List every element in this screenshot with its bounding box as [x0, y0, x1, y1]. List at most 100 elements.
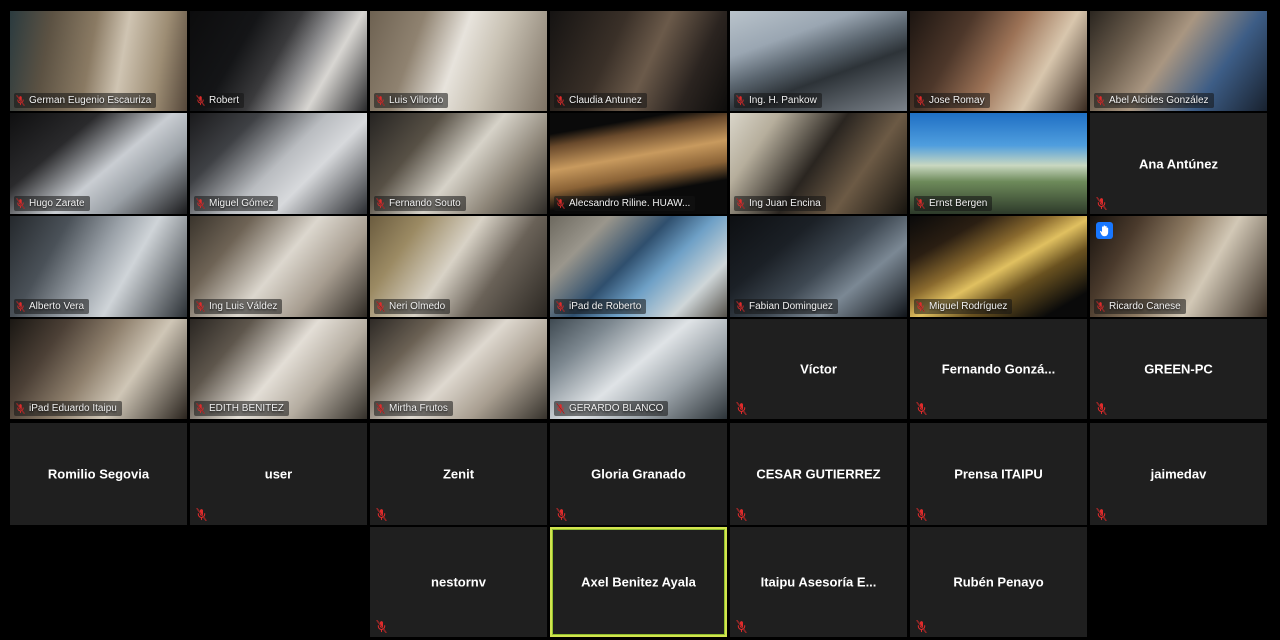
participant-name-text: Abel Alcides González: [1109, 95, 1209, 106]
participant-tile[interactable]: Ing. H. Pankow: [730, 11, 907, 111]
microphone-muted-icon: [16, 301, 25, 312]
participant-tile[interactable]: nestornv: [370, 527, 547, 637]
participant-tile[interactable]: Ricardo Canese: [1090, 216, 1267, 317]
participant-name-text: Mirtha Frutos: [389, 403, 448, 414]
microphone-muted-icon: [556, 301, 565, 312]
participant-tile[interactable]: GERARDO BLANCO: [550, 319, 727, 419]
meeting-gallery-grid: German Eugenio Escauriza Robert Luis Villo…: [0, 0, 1280, 640]
microphone-muted-icon: [1096, 402, 1107, 415]
participant-tile[interactable]: Mirtha Frutos: [370, 319, 547, 419]
participant-tile[interactable]: Romilio Segovia: [10, 423, 187, 525]
participant-name-label: Miguel Gómez: [194, 196, 279, 211]
raised-hand-glyph: [1100, 224, 1109, 236]
microphone-muted-icon: [1096, 402, 1107, 415]
participant-tile[interactable]: EDITH BENITEZ: [190, 319, 367, 419]
participant-tile[interactable]: Rubén Penayo: [910, 527, 1087, 637]
participant-tile[interactable]: Alecsandro Riline. HUAW...: [550, 113, 727, 214]
microphone-muted-icon: [196, 198, 205, 209]
microphone-muted-icon: [376, 620, 387, 633]
participant-tile[interactable]: Prensa ITAIPU: [910, 423, 1087, 525]
microphone-muted-icon: [556, 198, 565, 209]
participant-name-text: Alecsandro Riline. HUAW...: [569, 198, 691, 209]
participant-name-text: Ing Luis Váldez: [209, 301, 278, 312]
participant-tile[interactable]: Jose Romay: [910, 11, 1087, 111]
participant-tile[interactable]: jaimedav: [1090, 423, 1267, 525]
participant-name-label: Mirtha Frutos: [374, 401, 453, 416]
microphone-muted-icon: [1096, 508, 1107, 521]
participant-name-label: Ing. H. Pankow: [734, 93, 822, 108]
participant-tile[interactable]: Itaipu Asesoría E...: [730, 527, 907, 637]
microphone-muted-icon: [196, 301, 205, 312]
participant-tile[interactable]: Ing Juan Encina: [730, 113, 907, 214]
microphone-muted-icon: [556, 508, 567, 521]
microphone-muted-icon: [736, 508, 747, 521]
participant-tile[interactable]: Ing Luis Váldez: [190, 216, 367, 317]
participant-tile[interactable]: Ernst Bergen: [910, 113, 1087, 214]
microphone-muted-icon: [196, 403, 205, 414]
participant-name-label: GERARDO BLANCO: [554, 401, 669, 416]
participant-tile[interactable]: Alberto Vera: [10, 216, 187, 317]
participant-tile[interactable]: Fernando Gonzá...: [910, 319, 1087, 419]
microphone-muted-icon: [916, 402, 927, 415]
participant-tile[interactable]: Miguel Gómez: [190, 113, 367, 214]
participant-name-text: CESAR GUTIERREZ: [756, 466, 881, 482]
microphone-muted-icon: [376, 508, 387, 521]
microphone-muted-icon: [916, 508, 927, 521]
participant-name-text: Romilio Segovia: [47, 466, 150, 482]
participant-tile[interactable]: Hugo Zarate: [10, 113, 187, 214]
participant-tile[interactable]: Fernando Souto: [370, 113, 547, 214]
microphone-muted-icon: [376, 95, 385, 106]
participant-tile[interactable]: German Eugenio Escauriza: [10, 11, 187, 111]
participant-name-label: German Eugenio Escauriza: [14, 93, 157, 108]
participant-name-text: Fernando Gonzá...: [941, 361, 1056, 377]
participant-name-text: Itaipu Asesoría E...: [760, 574, 877, 590]
microphone-muted-icon: [1096, 197, 1107, 210]
participant-tile[interactable]: Ana Antúnez: [1090, 113, 1267, 214]
participant-tile[interactable]: iPad de Roberto: [550, 216, 727, 317]
participant-name-text: Claudia Antunez: [569, 95, 642, 106]
participant-tile[interactable]: iPad Eduardo Itaipu: [10, 319, 187, 419]
participant-tile[interactable]: Miguel Rodríguez: [910, 216, 1087, 317]
microphone-muted-icon: [916, 95, 925, 106]
participant-tile[interactable]: Claudia Antunez: [550, 11, 727, 111]
participant-tile[interactable]: user: [190, 423, 367, 525]
participant-name-text: Ing. H. Pankow: [749, 95, 817, 106]
participant-tile[interactable]: Víctor: [730, 319, 907, 419]
raised-hand-icon: [1096, 222, 1113, 239]
microphone-muted-icon: [736, 95, 745, 106]
microphone-muted-icon: [556, 403, 565, 414]
participant-name-text: GREEN-PC: [1144, 361, 1213, 377]
participant-tile[interactable]: GREEN-PC: [1090, 319, 1267, 419]
participant-name-text: German Eugenio Escauriza: [29, 95, 152, 106]
participant-name-text: Ernst Bergen: [929, 198, 988, 209]
participant-name-text: Luis Villordo: [389, 95, 444, 106]
participant-tile[interactable]: Robert: [190, 11, 367, 111]
participant-tile[interactable]: Fabian Dominguez: [730, 216, 907, 317]
participant-tile[interactable]: CESAR GUTIERREZ: [730, 423, 907, 525]
participant-tile[interactable]: Abel Alcides González: [1090, 11, 1267, 111]
microphone-muted-icon: [376, 403, 385, 414]
microphone-muted-icon: [556, 95, 565, 106]
microphone-muted-icon: [196, 508, 207, 521]
microphone-muted-icon: [916, 301, 925, 312]
microphone-muted-icon: [376, 620, 387, 633]
microphone-muted-icon: [916, 402, 927, 415]
microphone-muted-icon: [736, 301, 745, 312]
participant-tile[interactable]: Zenit: [370, 423, 547, 525]
participant-name-text: Axel Benitez Ayala: [581, 574, 696, 590]
participant-name-text: Víctor: [800, 361, 837, 377]
participant-name-text: Rubén Penayo: [953, 574, 1044, 590]
microphone-muted-icon: [916, 508, 927, 521]
participant-name-label: Claudia Antunez: [554, 93, 647, 108]
participant-tile[interactable]: Gloria Granado: [550, 423, 727, 525]
participant-name-text: Gloria Granado: [591, 466, 686, 482]
participant-tile[interactable]: Axel Benitez Ayala: [550, 527, 727, 637]
microphone-muted-icon: [736, 620, 747, 633]
microphone-muted-icon: [1096, 508, 1107, 521]
participant-tile[interactable]: Neri Olmedo: [370, 216, 547, 317]
participant-name-text: Miguel Rodríguez: [929, 301, 1008, 312]
microphone-muted-icon: [736, 508, 747, 521]
participant-tile[interactable]: Luis Villordo: [370, 11, 547, 111]
participant-name-text: Ricardo Canese: [1109, 301, 1181, 312]
microphone-muted-icon: [1096, 197, 1107, 210]
